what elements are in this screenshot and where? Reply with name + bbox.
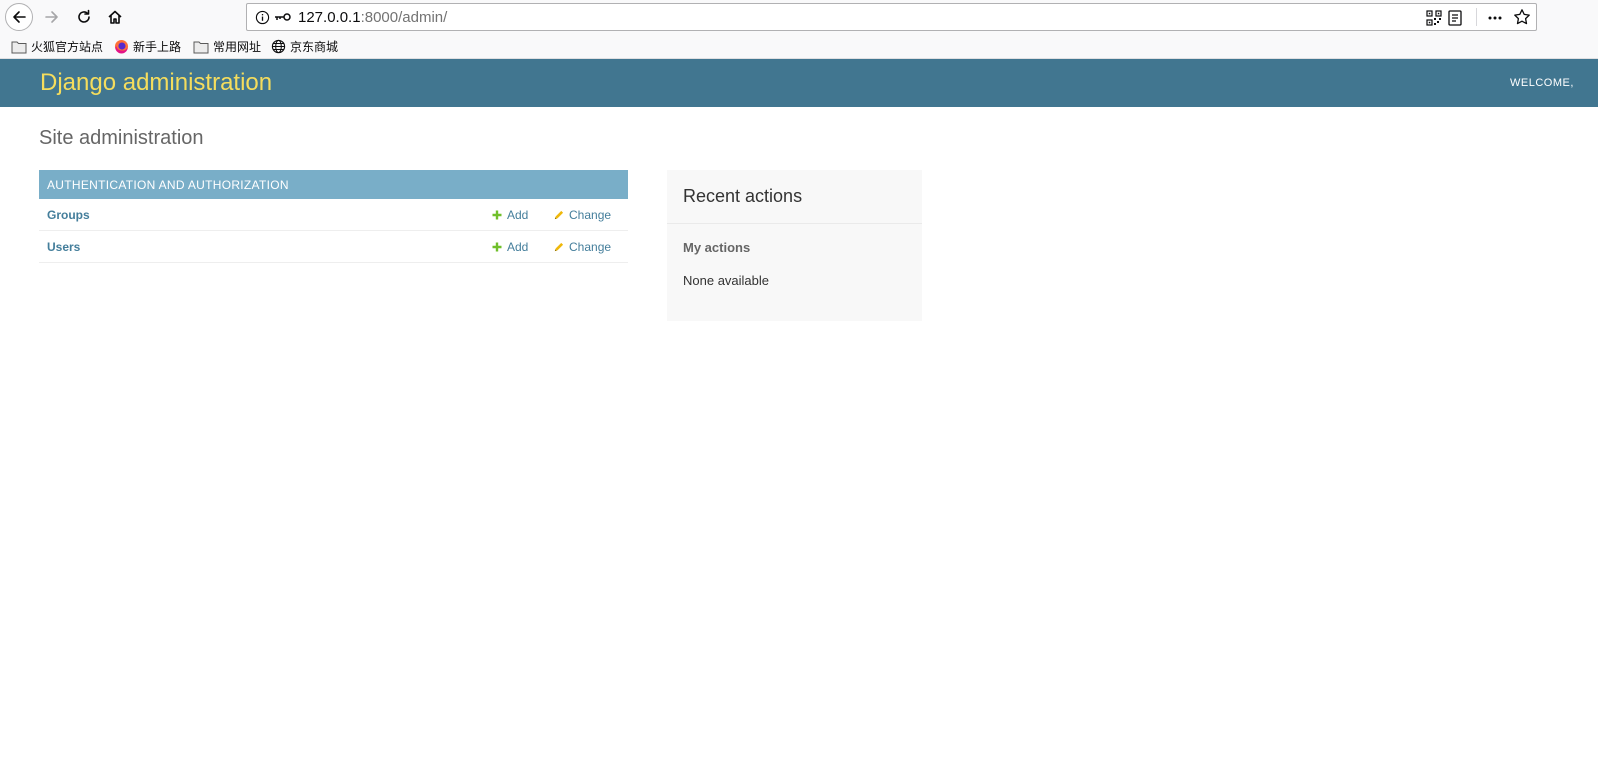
app-module-auth: AUTHENTICATION AND AUTHORIZATION Groups … [39, 170, 628, 263]
home-button[interactable] [101, 3, 129, 31]
add-label: Add [507, 240, 529, 254]
browser-toolbar: 127.0.0.1:8000/admin/ [0, 0, 1598, 34]
app-module-caption[interactable]: AUTHENTICATION AND AUTHORIZATION [39, 170, 628, 199]
change-label: Change [569, 208, 612, 222]
site-header: Django administration WELCOME, [0, 59, 1598, 107]
key-icon[interactable] [274, 11, 292, 23]
recent-actions-panel: Recent actions My actions None available [667, 170, 922, 321]
globe-icon [271, 39, 286, 54]
firefox-icon [114, 39, 129, 54]
table-row: Users Add Change [39, 231, 628, 263]
url-host: 127.0.0.1 [298, 9, 361, 26]
site-branding[interactable]: Django administration [40, 69, 272, 97]
bookmark-item[interactable]: 火狐官方站点 [11, 38, 103, 55]
info-icon[interactable] [255, 10, 270, 25]
arrow-left-icon [13, 11, 26, 23]
bookmarks-toolbar: 火狐官方站点 新手上路 常用网址 京东商城 [0, 34, 1598, 59]
arrow-right-icon [45, 11, 58, 23]
user-tools: WELCOME, [1510, 77, 1574, 89]
users-add-link[interactable]: Add [492, 240, 528, 254]
change-label: Change [569, 240, 612, 254]
groups-add-link[interactable]: Add [492, 208, 528, 222]
reader-view-icon[interactable] [1448, 10, 1462, 26]
folder-icon [193, 41, 209, 53]
page-title: Site administration [39, 127, 204, 149]
bookmark-label: 火狐官方站点 [31, 40, 104, 54]
pencil-icon [554, 242, 564, 251]
url-bar[interactable]: 127.0.0.1:8000/admin/ [246, 3, 1537, 31]
more-actions-icon[interactable] [1487, 10, 1503, 26]
bookmark-item[interactable]: 新手上路 [114, 38, 181, 55]
reload-icon [78, 9, 90, 23]
url-bar-separator [1476, 8, 1477, 26]
qrcode-icon[interactable] [1426, 10, 1442, 26]
users-change-link[interactable]: Change [553, 240, 611, 254]
table-row: Groups Add Change [39, 199, 628, 231]
pencil-icon [554, 210, 564, 219]
model-link-users[interactable]: Users [47, 240, 80, 254]
bookmark-item[interactable]: 常用网址 [193, 38, 261, 55]
bookmark-label: 新手上路 [133, 40, 182, 54]
model-link-groups[interactable]: Groups [47, 208, 90, 222]
my-actions-heading: My actions [683, 240, 751, 255]
recent-actions-title: Recent actions [683, 186, 803, 206]
recent-actions-empty: None available [683, 273, 770, 288]
bookmark-star-icon[interactable] [1513, 8, 1531, 26]
bookmark-item[interactable]: 京东商城 [271, 38, 338, 55]
plus-icon [492, 242, 502, 252]
reload-button[interactable] [70, 3, 98, 31]
back-button[interactable] [5, 3, 33, 31]
recent-actions-divider [667, 223, 922, 224]
add-label: Add [507, 208, 529, 222]
folder-icon [11, 41, 27, 53]
bookmark-label: 常用网址 [213, 40, 262, 54]
groups-change-link[interactable]: Change [553, 208, 611, 222]
url-text[interactable]: 127.0.0.1:8000/admin/ [298, 9, 447, 26]
plus-icon [492, 210, 502, 220]
home-icon [108, 10, 122, 24]
bookmark-label: 京东商城 [290, 40, 339, 54]
forward-button[interactable] [38, 3, 66, 31]
url-path: :8000/admin/ [360, 9, 448, 26]
